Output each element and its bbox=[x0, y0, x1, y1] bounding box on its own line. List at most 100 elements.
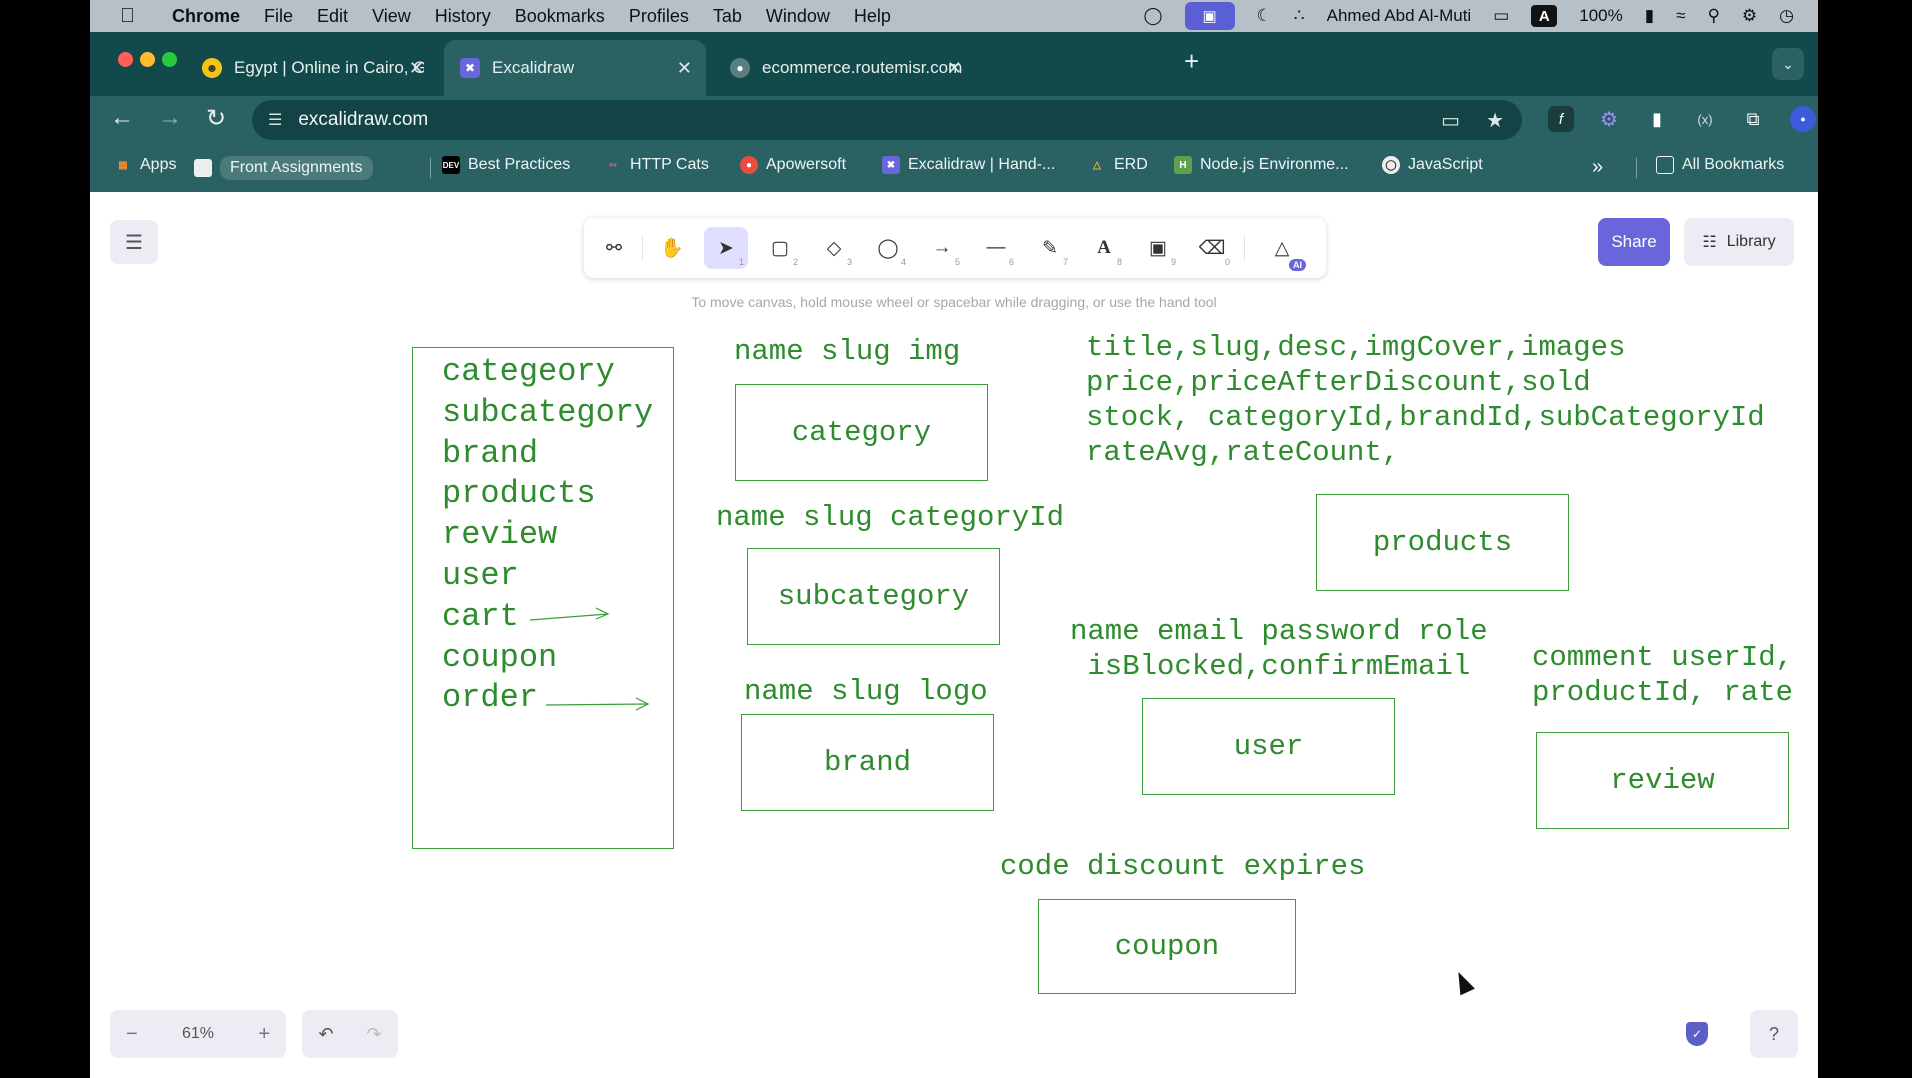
tool-eraser[interactable]: ⌫ 0 bbox=[1190, 227, 1234, 269]
list-item[interactable]: user bbox=[442, 556, 653, 597]
display-icon[interactable]: ▭ bbox=[1493, 6, 1509, 26]
redo-icon[interactable]: ↷ bbox=[366, 1024, 381, 1045]
tab-egypt[interactable]: ☻ Egypt | Online in Cairo, Giza | ✕ bbox=[186, 40, 438, 96]
bookmark-best-practices[interactable]: DEV Best Practices bbox=[442, 156, 570, 174]
bookmark-folder-front-assignments[interactable]: Front Assignments bbox=[194, 156, 373, 180]
bookmark-apowersoft[interactable]: ● Apowersoft bbox=[740, 156, 846, 174]
battery-icon[interactable]: ▮ bbox=[1645, 6, 1654, 26]
site-info-icon[interactable]: ☰ bbox=[268, 110, 282, 130]
list-item[interactable]: order bbox=[442, 678, 653, 719]
user-fields[interactable]: name email password role isBlocked,confi… bbox=[1070, 614, 1488, 684]
review-fields[interactable]: comment userId, productId, rate bbox=[1532, 640, 1793, 710]
menu-edit[interactable]: Edit bbox=[317, 6, 348, 27]
zoom-out-button[interactable]: − bbox=[126, 1023, 138, 1046]
bookmark-erd[interactable]: △ ERD bbox=[1088, 156, 1148, 174]
minimize-window-icon[interactable] bbox=[140, 52, 155, 67]
input-source[interactable]: A bbox=[1531, 5, 1558, 27]
tool-line[interactable]: — 6 bbox=[974, 227, 1018, 269]
tool-extra-shapes[interactable]: △ AI bbox=[1260, 227, 1306, 271]
screen-share-icon[interactable]: ▣ bbox=[1184, 2, 1235, 30]
profile-avatar-icon[interactable]: ● bbox=[1790, 106, 1816, 132]
bookmark-javascript[interactable]: ◯ JavaScript bbox=[1382, 156, 1483, 174]
spotlight-icon[interactable]: ⚲ bbox=[1707, 6, 1719, 26]
extensions-puzzle-icon[interactable]: ⧉ bbox=[1740, 106, 1766, 132]
install-app-icon[interactable]: ▭ bbox=[1441, 108, 1460, 133]
menubar-user[interactable]: Ahmed Abd Al-Muti bbox=[1327, 6, 1472, 26]
close-window-icon[interactable] bbox=[118, 52, 133, 67]
entity-products[interactable]: products bbox=[1316, 494, 1569, 591]
dots-icon[interactable]: ∴ bbox=[1294, 6, 1305, 26]
list-item[interactable]: cart bbox=[442, 597, 653, 638]
undo-icon[interactable]: ↶ bbox=[318, 1024, 333, 1045]
bookmark-excalidraw[interactable]: ✖ Excalidraw | Hand-... bbox=[882, 156, 1055, 174]
tool-arrow[interactable]: → 5 bbox=[920, 227, 964, 269]
docs-extension-icon[interactable]: ▮ bbox=[1644, 106, 1670, 132]
tool-ellipse[interactable]: ◯ 4 bbox=[866, 227, 910, 269]
tab-excalidraw[interactable]: ✖ Excalidraw ✕ bbox=[444, 40, 706, 96]
close-tab-icon[interactable]: ✕ bbox=[677, 58, 692, 79]
control-center-icon[interactable]: ⚙ bbox=[1742, 6, 1757, 26]
apple-icon[interactable]:  bbox=[120, 5, 150, 28]
maximize-window-icon[interactable] bbox=[162, 52, 177, 67]
menu-help[interactable]: Help bbox=[854, 6, 891, 27]
list-item[interactable]: products bbox=[442, 474, 653, 515]
help-button[interactable]: ? bbox=[1750, 1010, 1798, 1058]
back-icon[interactable]: ← bbox=[110, 104, 134, 132]
reload-icon[interactable]: ↻ bbox=[206, 104, 226, 133]
bookmark-star-icon[interactable]: ★ bbox=[1486, 108, 1504, 133]
tool-pencil[interactable]: ✎ 7 bbox=[1028, 227, 1072, 269]
entity-subcategory[interactable]: subcategory bbox=[747, 548, 1000, 645]
tool-hand[interactable]: ✋ bbox=[650, 227, 694, 269]
menu-profiles[interactable]: Profiles bbox=[629, 6, 689, 27]
fx-extension-icon[interactable]: f bbox=[1548, 106, 1574, 132]
entity-coupon[interactable]: coupon bbox=[1038, 899, 1296, 994]
new-tab-icon[interactable]: + bbox=[1184, 46, 1199, 77]
moon-icon[interactable]: ☾ bbox=[1257, 6, 1272, 26]
wifi-icon[interactable]: ≈ bbox=[1676, 6, 1685, 26]
address-bar[interactable]: ☰ excalidraw.com ▭ ★ bbox=[252, 100, 1522, 140]
tool-lock[interactable]: ⚯ bbox=[592, 227, 636, 269]
menu-file[interactable]: File bbox=[264, 6, 293, 27]
url-text[interactable]: excalidraw.com bbox=[298, 109, 428, 131]
menu-view[interactable]: View bbox=[372, 6, 411, 27]
screen-record-icon[interactable]: ◯ bbox=[1144, 6, 1163, 26]
tab-ecommerce[interactable]: ● ecommerce.routemisr.com/ap ✕ bbox=[714, 40, 976, 96]
bookmark-all-bookmarks[interactable]: All Bookmarks bbox=[1656, 156, 1784, 174]
entity-category[interactable]: category bbox=[735, 384, 988, 481]
close-tab-icon[interactable]: ✕ bbox=[409, 58, 424, 79]
bookmark-http-cats[interactable]: ∾ HTTP Cats bbox=[604, 156, 709, 174]
list-item[interactable]: brand bbox=[442, 434, 653, 475]
bookmark-apps[interactable]: ▦ Apps bbox=[114, 156, 176, 174]
code-extension-icon[interactable]: (x) bbox=[1692, 106, 1718, 132]
list-item[interactable]: coupon bbox=[442, 638, 653, 679]
coupon-fields[interactable]: code discount expires bbox=[1000, 849, 1365, 884]
menu-tab[interactable]: Tab bbox=[713, 6, 742, 27]
shield-icon[interactable]: ✓ bbox=[1686, 1022, 1708, 1046]
list-item[interactable]: subcategory bbox=[442, 393, 653, 434]
forward-icon[interactable]: → bbox=[158, 104, 182, 132]
more-bookmarks-icon[interactable]: » bbox=[1592, 156, 1603, 179]
category-fields[interactable]: name slug img bbox=[734, 334, 960, 369]
zoom-in-button[interactable]: + bbox=[258, 1023, 270, 1046]
excalidraw-canvas[interactable]: ☰ ⚯ ✋ ➤ 1 ▢ 2 ◇ 3 ◯ 4 → 5 — 6 ✎ 7 A 8 ▣ … bbox=[90, 196, 1818, 1078]
list-item[interactable]: review bbox=[442, 515, 653, 556]
menu-window[interactable]: Window bbox=[766, 6, 830, 27]
tool-rectangle[interactable]: ▢ 2 bbox=[758, 227, 802, 269]
tab-search-icon[interactable]: ⌄ bbox=[1772, 48, 1804, 80]
close-tab-icon[interactable]: ✕ bbox=[947, 58, 962, 79]
menu-bookmarks[interactable]: Bookmarks bbox=[515, 6, 605, 27]
tool-image[interactable]: ▣ 9 bbox=[1136, 227, 1180, 269]
main-menu-button[interactable]: ☰ bbox=[110, 220, 158, 264]
entity-review[interactable]: review bbox=[1536, 732, 1789, 829]
subcategory-fields[interactable]: name slug categoryId bbox=[716, 500, 1064, 535]
tool-diamond[interactable]: ◇ 3 bbox=[812, 227, 856, 269]
gear-extension-icon[interactable]: ⚙ bbox=[1596, 106, 1622, 132]
list-item[interactable]: categeory bbox=[442, 352, 653, 393]
library-button[interactable]: ☷ Library bbox=[1684, 218, 1794, 266]
entity-brand[interactable]: brand bbox=[741, 714, 994, 811]
tool-selection[interactable]: ➤ 1 bbox=[704, 227, 748, 269]
clock-icon[interactable]: ◷ bbox=[1779, 6, 1794, 26]
entity-user[interactable]: user bbox=[1142, 698, 1395, 795]
menu-history[interactable]: History bbox=[435, 6, 491, 27]
tool-text[interactable]: A 8 bbox=[1082, 227, 1126, 269]
